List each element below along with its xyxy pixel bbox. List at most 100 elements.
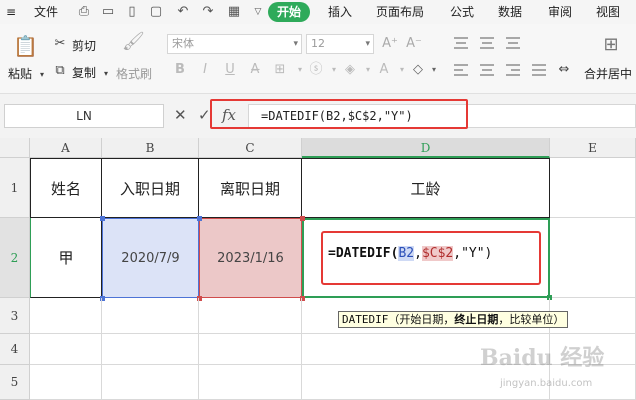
italic-icon[interactable]: I xyxy=(195,60,215,80)
column-header-d[interactable]: D xyxy=(302,138,550,158)
chevron-down-icon[interactable]: ▾ xyxy=(424,60,444,80)
chevron-down-icon: ▾ xyxy=(293,39,298,49)
font-color-icon[interactable]: A xyxy=(374,60,394,80)
cell-a3[interactable] xyxy=(30,298,102,334)
cell-c1-text: 离职日期 xyxy=(219,179,280,198)
underline-icon[interactable]: U xyxy=(220,60,240,80)
confirm-icon[interactable]: ✓ xyxy=(198,106,211,124)
format-painter-button[interactable]: 格式刷 xyxy=(116,65,152,82)
tab-insert[interactable]: 插入 xyxy=(328,0,352,24)
font-size-value: 12 xyxy=(311,37,325,50)
cell-d1-text: 工龄 xyxy=(410,179,441,198)
format-painter-icon[interactable]: 🖌 xyxy=(122,33,145,58)
merge-cells-icon[interactable]: ⊞ xyxy=(600,34,622,56)
cell-b1-text: 入职日期 xyxy=(119,179,180,198)
row-header-3[interactable]: 3 xyxy=(0,298,30,334)
tab-page-layout[interactable]: 页面布局 xyxy=(376,0,424,24)
tooltip-args-open: （开始日期， xyxy=(388,313,455,326)
watermark-logo: Baidu 经验 xyxy=(480,345,605,371)
strikethrough-icon[interactable]: A̶ xyxy=(245,60,265,80)
cell-a1-text: 姓名 xyxy=(50,179,81,198)
cell-highlight-box xyxy=(321,231,541,285)
range-handle[interactable] xyxy=(197,216,202,221)
cell-c5[interactable] xyxy=(199,365,302,400)
tab-start[interactable]: 开始 xyxy=(268,2,310,22)
hamburger-icon[interactable]: ≡ xyxy=(6,0,16,24)
function-tooltip: DATEDIF（开始日期，终止日期，比较单位） xyxy=(338,311,569,328)
row-header-4[interactable]: 4 xyxy=(0,334,30,365)
column-header-b[interactable]: B xyxy=(102,138,199,158)
undo-icon[interactable]: ↶ xyxy=(175,4,191,20)
distributed-align-icon[interactable]: ⇔ xyxy=(556,62,572,78)
cell-b2[interactable]: 2020/7/9 xyxy=(102,218,199,298)
fill-color-icon[interactable]: ◈ xyxy=(340,60,360,80)
cell-a2-text: 甲 xyxy=(58,249,74,267)
scissors-icon[interactable]: ✂ xyxy=(52,36,68,52)
print-preview-icon[interactable]: ▯ xyxy=(124,4,140,20)
cell-e1[interactable] xyxy=(550,158,636,218)
column-header-c[interactable]: C xyxy=(199,138,302,158)
tab-data[interactable]: 数据 xyxy=(498,0,522,24)
cell-c2[interactable]: 2023/1/16 xyxy=(199,218,302,298)
cell-a2[interactable]: 甲 xyxy=(30,218,102,298)
cell-c1[interactable]: 离职日期 xyxy=(199,158,302,218)
chevron-down-icon[interactable]: ▾ xyxy=(34,67,50,83)
cell-b4[interactable] xyxy=(102,334,199,365)
cell-a1[interactable]: 姓名 xyxy=(30,158,102,218)
paste-icon[interactable]: 📋 xyxy=(13,34,38,58)
cell-b3[interactable] xyxy=(102,298,199,334)
font-size-select[interactable]: 12 ▾ xyxy=(306,34,374,54)
cancel-icon[interactable]: ✕ xyxy=(174,106,187,124)
cell-d1[interactable]: 工龄 xyxy=(302,158,550,218)
font-grow-icon[interactable]: A⁺ xyxy=(382,36,398,52)
column-header-bar: A B C D E xyxy=(0,138,636,158)
tooltip-args-rest: ，比较单位） xyxy=(498,313,565,326)
cell-c4[interactable] xyxy=(199,334,302,365)
ribbon: 📋 粘贴 ▾ ✂ 剪切 ⧉ 复制 ▾ 🖌 格式刷 宋体 ▾ 12 ▾ A⁺ A⁻… xyxy=(0,24,636,94)
grid-icon[interactable]: ▦ xyxy=(226,4,242,20)
name-box[interactable]: LN xyxy=(4,104,164,128)
font-shrink-icon[interactable]: A⁻ xyxy=(406,36,422,52)
tooltip-func[interactable]: DATEDIF xyxy=(342,313,388,326)
copy-button[interactable]: 复制 xyxy=(72,64,96,81)
cell-a4[interactable] xyxy=(30,334,102,365)
menu-file[interactable]: 文件 xyxy=(34,0,58,24)
cell-c3[interactable] xyxy=(199,298,302,334)
chevron-down-icon: ▾ xyxy=(365,39,370,49)
menu-bar: ≡ 文件 ⎙ ▭ ▯ ▢ ↶ ↷ ▦ ▽ 开始 插入 页面布局 公式 数据 审阅… xyxy=(0,0,636,24)
cell-e2[interactable] xyxy=(550,218,636,298)
chevron-down-icon[interactable]: ▽ xyxy=(250,4,266,20)
font-name-value: 宋体 xyxy=(172,37,194,50)
cell-a5[interactable] xyxy=(30,365,102,400)
chevron-down-icon[interactable]: ▾ xyxy=(98,66,114,82)
tooltip-current-arg: 终止日期 xyxy=(454,313,499,326)
row-header-2[interactable]: 2 xyxy=(0,218,30,298)
watermark-site: jingyan.baidu.com xyxy=(500,378,593,389)
merge-center-button[interactable]: 合并居中 xyxy=(584,65,632,82)
cell-c2-text: 2023/1/16 xyxy=(217,250,284,266)
redo-icon[interactable]: ↷ xyxy=(200,4,216,20)
save-icon[interactable]: ⎙ xyxy=(76,4,92,20)
copy-icon[interactable]: ⧉ xyxy=(52,63,68,79)
bold-icon[interactable]: B xyxy=(170,60,190,80)
cut-button[interactable]: 剪切 xyxy=(72,37,96,54)
column-header-a[interactable]: A xyxy=(30,138,102,158)
export-icon[interactable]: ▢ xyxy=(148,4,164,20)
column-header-e[interactable]: E xyxy=(550,138,636,158)
select-all-corner[interactable] xyxy=(0,138,30,158)
tab-formulas[interactable]: 公式 xyxy=(450,0,474,24)
row-header-5[interactable]: 5 xyxy=(0,365,30,400)
row-header-1[interactable]: 1 xyxy=(0,158,30,218)
print-icon[interactable]: ▭ xyxy=(100,4,116,20)
cell-b5[interactable] xyxy=(102,365,199,400)
cell-b1[interactable]: 入职日期 xyxy=(102,158,199,218)
tab-view[interactable]: 视图 xyxy=(596,0,620,24)
range-handle[interactable] xyxy=(100,216,105,221)
tab-review[interactable]: 审阅 xyxy=(548,0,572,24)
range-handle[interactable] xyxy=(300,216,305,221)
phonetic-icon[interactable]: ⓢ xyxy=(306,60,326,80)
border-icon[interactable]: ⊞ xyxy=(270,60,290,80)
paste-button[interactable]: 粘贴 xyxy=(8,65,32,82)
formula-highlight-box xyxy=(210,99,468,129)
font-name-select[interactable]: 宋体 ▾ xyxy=(167,34,302,54)
